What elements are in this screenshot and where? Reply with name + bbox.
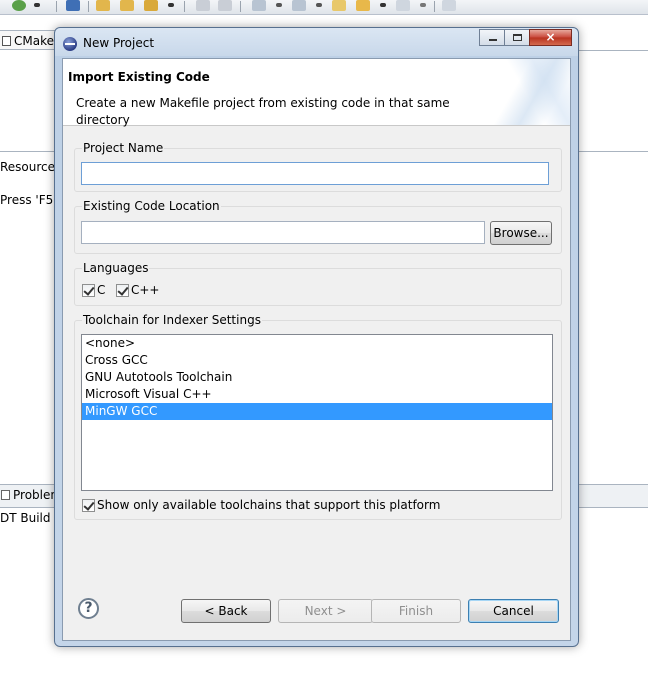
editor-divider xyxy=(0,151,60,152)
run-icon[interactable] xyxy=(12,0,26,11)
editor-tab[interactable]: CMakeL xyxy=(0,30,60,50)
toolchain-item-msvc[interactable]: Microsoft Visual C++ xyxy=(82,386,552,403)
dropdown-arrow-icon[interactable] xyxy=(276,3,282,7)
wizard-header: Import Existing Code Create a new Makefi… xyxy=(63,59,570,127)
document-icon[interactable] xyxy=(196,0,210,11)
editor-tab-border xyxy=(578,50,648,51)
file-icon xyxy=(2,36,11,46)
wand-icon[interactable] xyxy=(144,0,158,11)
dropdown-arrow-icon[interactable] xyxy=(34,3,40,7)
show-available-toolchains-label[interactable]: Show only available toolchains that supp… xyxy=(97,498,440,512)
toolchain-item-none[interactable]: <none> xyxy=(82,335,552,352)
problems-icon xyxy=(1,490,10,500)
browse-button[interactable]: Browse... xyxy=(490,221,552,245)
language-cpp-label[interactable]: C++ xyxy=(131,283,160,297)
help-icon[interactable]: ? xyxy=(78,598,99,619)
edit-icon[interactable] xyxy=(252,0,266,11)
toolbar-separator xyxy=(434,1,435,12)
project-name-group: Project Name xyxy=(74,141,562,192)
project-name-label: Project Name xyxy=(82,141,165,155)
languages-label: Languages xyxy=(82,261,150,275)
cancel-button[interactable]: Cancel xyxy=(468,599,559,623)
toolchain-item-cross-gcc[interactable]: Cross GCC xyxy=(82,352,552,369)
dropdown-arrow-icon[interactable] xyxy=(380,3,386,7)
press-f5-text: Press 'F5' xyxy=(0,193,57,207)
language-c-checkbox[interactable] xyxy=(82,284,95,297)
next-button[interactable]: Next > xyxy=(278,599,373,623)
code-location-input[interactable] xyxy=(81,221,485,244)
open-folder-icon[interactable] xyxy=(96,0,110,11)
toolchain-group: Toolchain for Indexer Settings <none> Cr… xyxy=(74,313,562,520)
show-available-toolchains-checkbox[interactable] xyxy=(82,499,95,512)
editor-divider xyxy=(578,151,648,152)
eclipse-icon xyxy=(63,37,77,51)
toolchain-list[interactable]: <none> Cross GCC GNU Autotools Toolchain… xyxy=(81,334,553,491)
dropdown-arrow-icon[interactable] xyxy=(316,3,322,7)
folder-icon[interactable] xyxy=(120,0,134,11)
dialog-title: New Project xyxy=(83,36,155,50)
dialog-titlebar[interactable]: New Project × xyxy=(55,28,578,58)
wizard-page-title: Import Existing Code xyxy=(68,70,210,84)
project-name-input[interactable] xyxy=(81,162,549,185)
dropdown-arrow-icon[interactable] xyxy=(420,3,426,7)
toolchain-item-mingw-gcc[interactable]: MinGW GCC xyxy=(82,403,552,420)
toolbar-separator xyxy=(88,1,89,12)
back-arrow-icon[interactable] xyxy=(356,0,370,11)
toolchain-item-gnu-autotools[interactable]: GNU Autotools Toolchain xyxy=(82,369,552,386)
back-arrow-icon[interactable] xyxy=(332,0,346,11)
code-location-group: Existing Code Location Browse... xyxy=(74,199,562,254)
language-c-label[interactable]: C xyxy=(97,283,105,297)
new-project-dialog: New Project × Import Existing Code Creat… xyxy=(54,27,579,647)
header-banner-graphic xyxy=(480,59,570,125)
search-icon[interactable] xyxy=(66,0,80,11)
finish-button[interactable]: Finish xyxy=(371,599,461,623)
maximize-button[interactable] xyxy=(504,29,530,46)
back-button[interactable]: < Back xyxy=(181,599,271,623)
dialog-content: Import Existing Code Create a new Makefi… xyxy=(62,58,571,641)
toolbar-separator xyxy=(240,1,241,12)
close-icon: × xyxy=(545,30,556,44)
maximize-view-icon[interactable] xyxy=(442,0,456,11)
toolchain-label: Toolchain for Indexer Settings xyxy=(82,313,262,327)
problems-tab[interactable]: Problen xyxy=(0,484,60,508)
languages-group: Languages C C++ xyxy=(74,261,562,306)
document-icon[interactable] xyxy=(218,0,232,11)
close-button[interactable]: × xyxy=(529,29,572,46)
resource-text: Resource xyxy=(0,160,56,174)
ide-toolbar xyxy=(0,0,648,15)
minimize-button[interactable] xyxy=(479,29,505,46)
wizard-page-description: Create a new Makefile project from exist… xyxy=(76,96,450,127)
window-controls: × xyxy=(479,29,572,47)
bottom-panel-bar xyxy=(578,484,648,508)
toolbar-separator xyxy=(56,1,57,12)
annotation-icon[interactable] xyxy=(292,0,306,11)
forward-arrow-icon[interactable] xyxy=(396,0,410,11)
problems-tab-label: Problen xyxy=(13,488,58,502)
toolbar-separator xyxy=(184,1,185,12)
code-location-label: Existing Code Location xyxy=(82,199,221,213)
cdt-build-text: DT Build xyxy=(0,511,51,525)
language-cpp-checkbox[interactable] xyxy=(116,284,129,297)
dropdown-arrow-icon[interactable] xyxy=(168,3,174,7)
